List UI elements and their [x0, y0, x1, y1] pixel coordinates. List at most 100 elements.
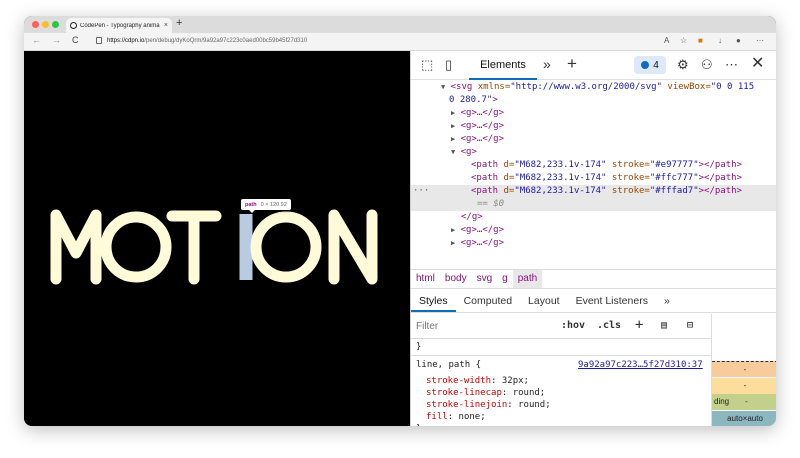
svg-tag: <svg	[450, 82, 473, 92]
hover-state-button[interactable]: :hov	[561, 320, 585, 331]
node-actions-icon[interactable]: ···	[411, 185, 471, 198]
g-collapsed: <g>…</g>	[460, 134, 504, 144]
css-prop-value: 32px;	[501, 376, 529, 386]
extension-icon[interactable]: ■	[698, 36, 703, 45]
dom-node-g[interactable]: ▶ <g>…</g>	[411, 120, 776, 133]
expand-arrow-icon[interactable]: ▶	[451, 226, 455, 234]
padding-value: -	[745, 397, 748, 406]
styles-subtabs: Styles Computed Layout Event Listeners »	[411, 290, 776, 313]
styles-filter-input[interactable]	[416, 319, 546, 334]
path-tag: <path	[471, 160, 499, 170]
tab-styles[interactable]: Styles	[411, 290, 456, 312]
css-source-link[interactable]: 9a92a97c223…5f27d310:37	[578, 359, 703, 371]
reload-button[interactable]: C	[72, 35, 79, 45]
tab-computed[interactable]: Computed	[456, 290, 520, 312]
issues-badge[interactable]: 4	[634, 56, 666, 74]
padding-label: ding	[714, 397, 730, 406]
expand-arrow-icon[interactable]: ▶	[451, 135, 455, 143]
css-prop-name: stroke-width	[426, 376, 492, 386]
device-toggle-icon[interactable]: ▯	[445, 58, 452, 71]
browser-toolbar: ← → C https://cdpn.io/pen/debug/dyKoQrm/…	[24, 33, 776, 51]
close-devtools-icon[interactable]: ✕	[751, 56, 764, 72]
expand-arrow-icon[interactable]: ▶	[451, 109, 455, 117]
close-window-button[interactable]	[32, 21, 39, 28]
css-selector[interactable]: line, path {	[416, 359, 481, 371]
dom-node-svg[interactable]: ▼ <svg xmlns="http://www.w3.org/2000/svg…	[411, 81, 776, 94]
dom-node-svg-cont: 0 280.7">	[411, 94, 776, 107]
inspect-element-icon[interactable]: ⬚	[421, 58, 433, 71]
css-declaration[interactable]: stroke-width: 32px;	[426, 375, 529, 387]
more-tabs-icon[interactable]: »	[543, 57, 551, 71]
lock-icon	[96, 37, 102, 44]
sidebar-toggle-icon[interactable]: ⊟	[687, 320, 693, 331]
css-declaration[interactable]: stroke-linejoin: round;	[426, 399, 551, 411]
collapse-arrow-icon[interactable]: ▼	[451, 148, 455, 156]
g-open-tag: <g>	[460, 147, 477, 157]
url-host: https://cdpn.io	[107, 38, 145, 44]
path-val-stroke: "#e97777"	[649, 160, 699, 170]
path-val-stroke: "#ffc777"	[649, 173, 699, 183]
breadcrumb-body[interactable]: body	[440, 270, 472, 288]
dom-node-path-selected[interactable]: ··· <path d="M682,233.1v-174" stroke="#ff…	[411, 185, 776, 198]
breadcrumb-path[interactable]: path	[512, 270, 543, 288]
favorite-icon[interactable]: ☆	[680, 36, 687, 45]
dom-node-path[interactable]: <path d="M682,233.1v-174" stroke="#e9777…	[411, 159, 776, 172]
svg-tag-close: >	[492, 95, 498, 105]
profile-icon[interactable]: ●	[736, 36, 741, 45]
feedback-icon[interactable]: ⚇	[701, 58, 713, 71]
dom-node-path[interactable]: <path d="M682,233.1v-174" stroke="#ffc77…	[411, 172, 776, 185]
path-attr-d: d=	[498, 160, 515, 170]
dom-node-g[interactable]: ▶ <g>…</g>	[411, 107, 776, 120]
codepen-icon	[70, 22, 77, 29]
tab-elements[interactable]: Elements	[469, 53, 537, 80]
dom-node-g[interactable]: ▶ <g>…</g>	[411, 224, 776, 237]
tooltip-tag: path	[245, 201, 257, 208]
box-model: - - ding - auto×auto -	[711, 314, 776, 426]
path-val-d: "M682,233.1v-174"	[514, 186, 607, 196]
new-tab-button[interactable]: +	[176, 17, 182, 29]
css-declaration[interactable]: fill: none;	[426, 411, 486, 423]
address-bar[interactable]: https://cdpn.io/pen/debug/dyKoQrm/9a92a9…	[107, 38, 307, 44]
breadcrumb-svg[interactable]: svg	[472, 270, 498, 288]
more-subtabs-icon[interactable]: »	[656, 290, 678, 312]
css-prop-name: stroke-linejoin	[426, 400, 508, 410]
tab-layout[interactable]: Layout	[520, 290, 568, 312]
letter-n	[328, 209, 378, 285]
issues-count: 4	[653, 59, 659, 71]
box-model-border: -	[712, 378, 776, 394]
menu-icon[interactable]: ⋯	[756, 36, 764, 45]
devtools-panel: ⬚ ▯ Elements » + 4 ⚙ ⚇ ⋯ ✕ ▼ <svg xmlns=…	[410, 51, 776, 426]
dom-node-g[interactable]: ▶ <g>…</g>	[411, 237, 776, 250]
forward-button[interactable]: →	[52, 35, 61, 45]
breadcrumb-html[interactable]: html	[411, 270, 440, 288]
read-aloud-icon[interactable]: A	[664, 36, 669, 45]
svg-attr-viewbox: viewBox=	[661, 82, 711, 92]
tab-close-icon[interactable]: ×	[164, 22, 168, 29]
collapse-arrow-icon[interactable]: ▼	[441, 83, 445, 91]
browser-tab[interactable]: CodePen - Typography anima ×	[66, 18, 172, 33]
svg-val-viewbox-cont: 0 280.7"	[449, 95, 493, 105]
g-collapsed: <g>…</g>	[460, 225, 504, 235]
new-rule-icon[interactable]: +	[635, 317, 643, 333]
tooltip-size: 0 × 120.92	[260, 201, 287, 208]
minimize-window-button[interactable]	[42, 21, 49, 28]
maximize-window-button[interactable]	[52, 21, 59, 28]
dom-node-g-open[interactable]: ▼ <g>	[411, 146, 776, 159]
more-options-icon[interactable]: ⋯	[725, 58, 738, 71]
g-collapsed: <g>…</g>	[460, 108, 504, 118]
expand-arrow-icon[interactable]: ▶	[451, 239, 455, 247]
class-toggle-button[interactable]: .cls	[597, 320, 621, 331]
download-icon[interactable]: ↓	[718, 36, 722, 45]
add-tab-icon[interactable]: +	[567, 55, 577, 72]
settings-gear-icon[interactable]: ⚙	[677, 58, 689, 71]
css-declaration[interactable]: stroke-linecap: round;	[426, 387, 545, 399]
dom-node-g[interactable]: ▶ <g>…</g>	[411, 133, 776, 146]
letter-o-2	[250, 211, 322, 283]
tab-event-listeners[interactable]: Event Listeners	[568, 290, 656, 312]
back-button[interactable]: ←	[32, 35, 41, 45]
breadcrumb-g[interactable]: g	[497, 270, 513, 288]
css-prop-name: stroke-linecap	[426, 388, 502, 398]
page-viewport: path 0 × 120.92	[24, 51, 410, 426]
paint-icon[interactable]: ▤	[661, 320, 667, 331]
expand-arrow-icon[interactable]: ▶	[451, 122, 455, 130]
